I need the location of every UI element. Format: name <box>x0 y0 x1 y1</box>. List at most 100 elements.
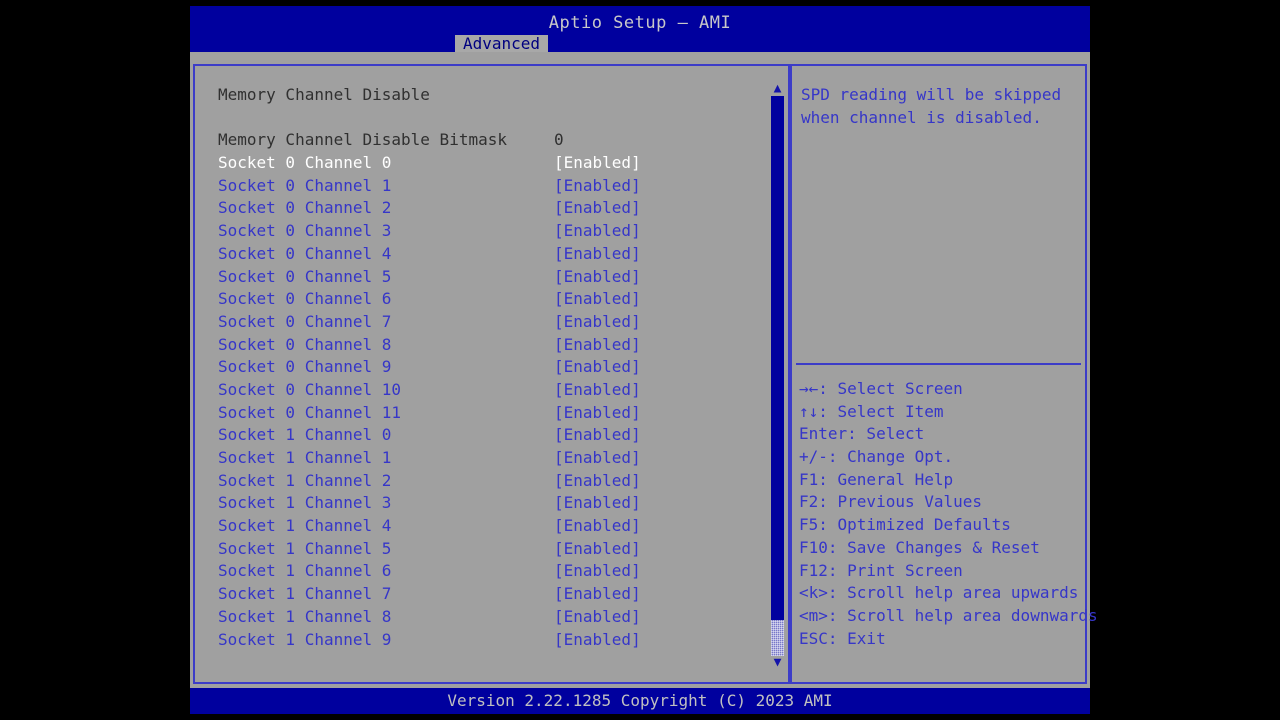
list-item-value[interactable]: [Enabled] <box>554 288 641 311</box>
list-item-value[interactable]: [Enabled] <box>554 424 641 447</box>
list-item-value[interactable]: [Enabled] <box>554 447 641 470</box>
list-item-s0c2[interactable]: Socket 0 Channel 2 [Enabled] <box>218 197 763 220</box>
list-item-s1c0[interactable]: Socket 1 Channel 0 [Enabled] <box>218 424 763 447</box>
list-item-value[interactable]: [Enabled] <box>554 583 641 606</box>
list-item-label: Socket 1 Channel 8 <box>218 606 392 626</box>
list-item-value[interactable]: [Enabled] <box>554 220 641 243</box>
legend-change-opt: +/-: Change Opt. <box>799 447 954 467</box>
list-item-value[interactable]: [Enabled] <box>554 629 641 652</box>
settings-panel: Memory Channel Disable Memory Channel Di… <box>193 64 790 684</box>
list-item-value[interactable]: [Enabled] <box>554 356 641 379</box>
list-item-value[interactable]: [Enabled] <box>554 538 641 561</box>
scroll-down-arrow-icon[interactable]: ▼ <box>771 656 784 670</box>
list-item-label: Socket 0 Channel 11 <box>218 402 402 422</box>
list-item-s0c11[interactable]: Socket 0 Channel 11 [Enabled] <box>218 402 763 425</box>
list-item-value[interactable]: [Enabled] <box>554 266 641 289</box>
list-item-label: Socket 0 Channel 3 <box>218 221 392 241</box>
help-description: SPD reading will be skipped when channel… <box>801 84 1081 129</box>
list-item-label: Socket 0 Channel 10 <box>218 379 402 399</box>
help-divider <box>796 363 1081 365</box>
list-item-value[interactable]: [Enabled] <box>554 560 641 583</box>
legend-scroll-help-up: <k>: Scroll help area upwards <box>799 583 1079 603</box>
list-item-label: Socket 1 Channel 2 <box>218 470 392 490</box>
scrollbar-thumb[interactable] <box>771 620 784 656</box>
list-item-label: Socket 0 Channel 4 <box>218 243 392 263</box>
scroll-up-arrow-icon[interactable]: ▲ <box>771 82 784 96</box>
list-item-value[interactable]: [Enabled] <box>554 402 641 425</box>
legend-select-screen: →←: Select Screen <box>799 379 963 398</box>
title-separator <box>190 52 1090 64</box>
list-item-s1c6[interactable]: Socket 1 Channel 6 [Enabled] <box>218 560 763 583</box>
list-item-s0c3[interactable]: Socket 0 Channel 3 [Enabled] <box>218 220 763 243</box>
list-item-label: Socket 0 Channel 1 <box>218 175 392 195</box>
list-item-s0c8[interactable]: Socket 0 Channel 8 [Enabled] <box>218 334 763 357</box>
list-item-value[interactable]: [Enabled] <box>554 197 641 220</box>
list-item-value[interactable]: [Enabled] <box>554 334 641 357</box>
list-item-label: Socket 1 Channel 9 <box>218 629 392 649</box>
list-item-label: Socket 1 Channel 6 <box>218 561 392 581</box>
list-item-label: Socket 0 Channel 7 <box>218 311 392 331</box>
list-item-value[interactable]: [Enabled] <box>554 379 641 402</box>
list-item-s0c9[interactable]: Socket 0 Channel 9 [Enabled] <box>218 356 763 379</box>
list-item-value[interactable]: [Enabled] <box>554 311 641 334</box>
list-item-label: Socket 0 Channel 5 <box>218 266 392 286</box>
list-item-s1c2[interactable]: Socket 1 Channel 2 [Enabled] <box>218 470 763 493</box>
list-item-s1c1[interactable]: Socket 1 Channel 1 [Enabled] <box>218 447 763 470</box>
list-item-s1c8[interactable]: Socket 1 Channel 8 [Enabled] <box>218 606 763 629</box>
legend-previous-values: F2: Previous Values <box>799 492 983 512</box>
key-legend: →←: Select Screen ↑↓: Select Item Enter:… <box>799 378 1098 650</box>
legend-scroll-help-down: <m>: Scroll help area downwards <box>799 605 1098 625</box>
list-item-value[interactable]: [Enabled] <box>554 470 641 493</box>
version-text: Version 2.22.1285 Copyright (C) 2023 AMI <box>447 691 833 710</box>
legend-enter-select: Enter: Select <box>799 424 925 444</box>
legend-exit: ESC: Exit <box>799 628 886 648</box>
list-item-label: Socket 1 Channel 4 <box>218 516 392 536</box>
legend-select-item: ↑↓: Select Item <box>799 401 944 421</box>
list-item-value[interactable]: [Enabled] <box>554 606 641 629</box>
tab-advanced[interactable]: Advanced <box>455 35 549 52</box>
legend-print-screen: F12: Print Screen <box>799 560 963 580</box>
scrollbar-track[interactable] <box>771 96 784 656</box>
list-item-value[interactable]: [Enabled] <box>554 492 641 515</box>
title-bar: Aptio Setup – AMI Advanced <box>190 6 1090 52</box>
list-item-label: Socket 1 Channel 1 <box>218 448 392 467</box>
list-item-s1c5[interactable]: Socket 1 Channel 5 [Enabled] <box>218 538 763 561</box>
list-item-bitmask[interactable]: Memory Channel Disable Bitmask 0 <box>218 129 763 152</box>
list-item-label: Socket 1 Channel 0 <box>218 425 392 445</box>
list-item-label: Socket 1 Channel 7 <box>218 584 392 604</box>
list-item-s0c7[interactable]: Socket 0 Channel 7 [Enabled] <box>218 311 763 334</box>
list-item-s1c7[interactable]: Socket 1 Channel 7 [Enabled] <box>218 583 763 606</box>
list-item-s0c6[interactable]: Socket 0 Channel 6 [Enabled] <box>218 288 763 311</box>
panels-container: Memory Channel Disable Memory Channel Di… <box>193 64 1098 686</box>
section-title-row: Memory Channel Disable <box>218 84 763 107</box>
help-panel: SPD reading will be skipped when channel… <box>790 64 1098 684</box>
help-description-line: SPD reading will be skipped <box>801 85 1062 104</box>
list-item-value[interactable]: [Enabled] <box>554 152 641 175</box>
list-item-s0c1[interactable]: Socket 0 Channel 1 [Enabled] <box>218 175 763 198</box>
vertical-scrollbar[interactable]: ▲ ▼ <box>771 82 784 670</box>
list-item-s1c3[interactable]: Socket 1 Channel 3 [Enabled] <box>218 492 763 515</box>
list-item-s0c0[interactable]: Socket 0 Channel 0 [Enabled] <box>218 152 763 175</box>
list-item-s0c10[interactable]: Socket 0 Channel 10 [Enabled] <box>218 379 763 402</box>
bios-screen: Aptio Setup – AMI Advanced Memory Channe… <box>0 0 1280 720</box>
list-item-value[interactable]: [Enabled] <box>554 515 641 538</box>
list-item-value[interactable]: [Enabled] <box>554 175 641 198</box>
bios-window: Aptio Setup – AMI Advanced Memory Channe… <box>190 6 1098 714</box>
tab-bar: Advanced <box>190 35 1090 52</box>
settings-list: Memory Channel Disable Memory Channel Di… <box>218 84 763 651</box>
legend-optimized-defaults: F5: Optimized Defaults <box>799 515 1011 535</box>
list-item-s0c4[interactable]: Socket 0 Channel 4 [Enabled] <box>218 243 763 266</box>
list-item-label: Socket 1 Channel 3 <box>218 493 392 513</box>
list-item-s0c5[interactable]: Socket 0 Channel 5 [Enabled] <box>218 266 763 289</box>
page-title: Aptio Setup – AMI <box>548 13 732 33</box>
list-item-label: Socket 1 Channel 5 <box>218 538 392 558</box>
section-title: Memory Channel Disable <box>218 85 430 104</box>
list-item-value[interactable]: [Enabled] <box>554 243 641 266</box>
list-item-label: Socket 0 Channel 8 <box>218 334 392 354</box>
list-item-s1c4[interactable]: Socket 1 Channel 4 [Enabled] <box>218 515 763 538</box>
list-item-s1c9[interactable]: Socket 1 Channel 9 [Enabled] <box>218 629 763 652</box>
legend-save-changes-reset: F10: Save Changes & Reset <box>799 537 1040 557</box>
legend-general-help: F1: General Help <box>799 469 954 489</box>
list-item-label: Socket 0 Channel 0 <box>218 153 392 173</box>
help-description-line: when channel is disabled. <box>801 107 1042 127</box>
